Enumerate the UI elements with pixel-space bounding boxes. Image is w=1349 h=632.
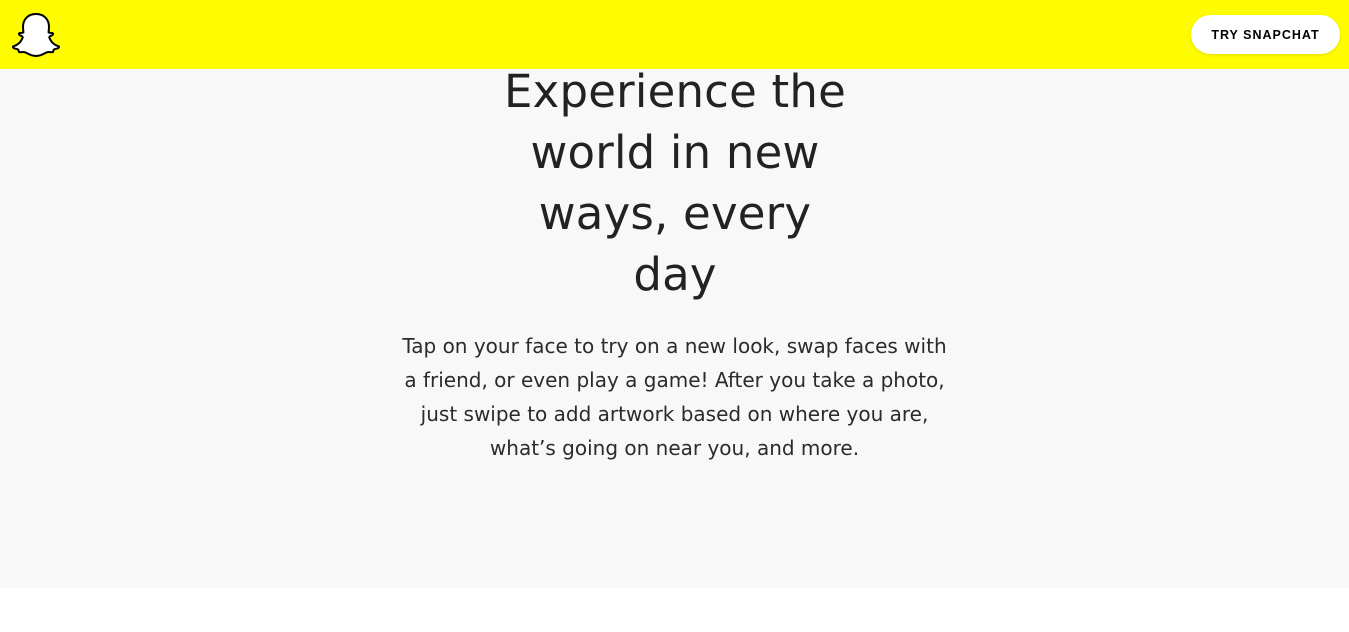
- hero-section: Experience the world in new ways, every …: [0, 65, 1349, 588]
- hero-description: Tap on your face to try on a new look, s…: [402, 334, 947, 460]
- headline-line: day: [633, 248, 717, 301]
- try-snapchat-button[interactable]: TRY SNAPCHAT: [1191, 15, 1340, 54]
- headline-line: world in new: [530, 126, 820, 179]
- headline-line: ways, every: [538, 187, 812, 240]
- hero-headline: Experience the world in new ways, every …: [474, 61, 876, 305]
- snapchat-logo-link[interactable]: [11, 12, 61, 58]
- ghost-icon: [11, 13, 61, 57]
- site-header: TRY SNAPCHAT: [0, 0, 1349, 69]
- headline-line: Experience the: [504, 65, 846, 118]
- next-section: [0, 588, 1349, 632]
